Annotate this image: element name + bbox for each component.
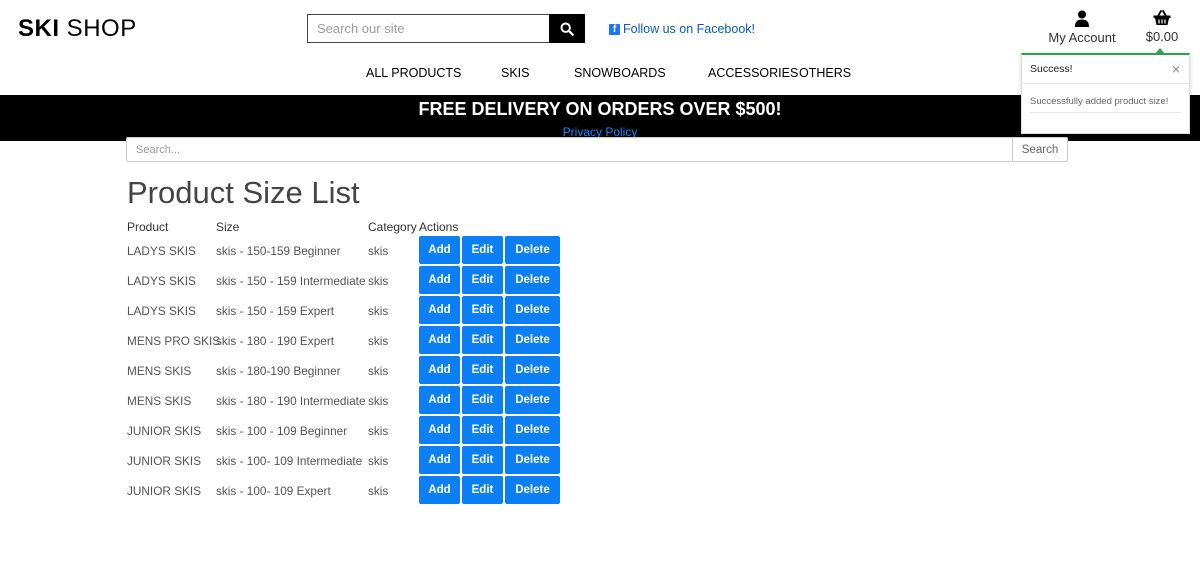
cell-size: skis - 150 - 159 Expert bbox=[216, 304, 335, 318]
add-button[interactable]: Add bbox=[419, 386, 460, 414]
header-size: Size bbox=[216, 220, 240, 234]
delete-button[interactable]: Delete bbox=[505, 266, 560, 294]
success-toast: Success! × Successfully added product si… bbox=[1021, 48, 1190, 134]
edit-button[interactable]: Edit bbox=[462, 296, 503, 324]
cell-product: LADYS SKIS bbox=[127, 244, 196, 258]
cell-category: skis bbox=[368, 454, 389, 468]
edit-button[interactable]: Edit bbox=[462, 326, 503, 354]
cell-size: skis - 180 - 190 Intermediate bbox=[216, 394, 366, 408]
cell-category: skis bbox=[368, 424, 389, 438]
add-button[interactable]: Add bbox=[419, 416, 460, 444]
search-icon bbox=[560, 22, 574, 36]
delete-button[interactable]: Delete bbox=[505, 476, 560, 504]
cell-product: JUNIOR SKIS bbox=[127, 454, 202, 468]
cell-size: skis - 180 - 190 Expert bbox=[216, 334, 335, 348]
cell-size: skis - 150 - 159 Intermediate bbox=[216, 274, 366, 288]
cell-product: LADYS SKIS bbox=[127, 304, 196, 318]
nav-accessories[interactable]: ACCESSORIES bbox=[708, 66, 798, 80]
size-search-button[interactable]: Search bbox=[1013, 137, 1068, 162]
cell-product: MENS PRO SKIS bbox=[127, 334, 221, 348]
cell-product: MENS SKIS bbox=[127, 364, 192, 378]
cell-category: skis bbox=[368, 274, 389, 288]
facebook-link[interactable]: f Follow us on Facebook! bbox=[609, 22, 755, 36]
main-nav: ALL PRODUCTS SKIS SNOWBOARDS ACCESSORIES… bbox=[0, 66, 1200, 82]
delete-button[interactable]: Delete bbox=[505, 236, 560, 264]
header-category: Category bbox=[368, 220, 417, 234]
site-search-input[interactable] bbox=[307, 14, 549, 43]
add-button[interactable]: Add bbox=[419, 446, 460, 474]
edit-button[interactable]: Edit bbox=[462, 266, 503, 294]
edit-button[interactable]: Edit bbox=[462, 446, 503, 474]
cell-category: skis bbox=[368, 244, 389, 258]
cell-category: skis bbox=[368, 394, 389, 408]
header-actions: Actions bbox=[419, 220, 459, 234]
cell-category: skis bbox=[368, 304, 389, 318]
cell-category: skis bbox=[368, 364, 389, 378]
add-button[interactable]: Add bbox=[419, 266, 460, 294]
toast-title: Success! bbox=[1030, 63, 1073, 75]
my-account-link[interactable]: My Account bbox=[1046, 10, 1118, 45]
size-search: Search bbox=[126, 137, 1068, 162]
close-icon[interactable]: × bbox=[1172, 55, 1180, 83]
add-button[interactable]: Add bbox=[419, 476, 460, 504]
toast-header: Success! × bbox=[1022, 55, 1189, 84]
cell-size: skis - 100- 109 Expert bbox=[216, 484, 331, 498]
my-account-label: My Account bbox=[1048, 30, 1116, 45]
facebook-icon: f bbox=[609, 23, 620, 35]
site-search bbox=[307, 14, 585, 43]
delete-button[interactable]: Delete bbox=[505, 356, 560, 384]
cell-category: skis bbox=[368, 484, 389, 498]
size-search-input[interactable] bbox=[126, 137, 1013, 162]
cell-size: skis - 180-190 Beginner bbox=[216, 364, 341, 378]
cell-size: skis - 100- 109 Intermediate bbox=[216, 454, 363, 468]
edit-button[interactable]: Edit bbox=[462, 386, 503, 414]
site-logo[interactable]: SKI SHOP bbox=[18, 15, 137, 43]
cart-total: $0.00 bbox=[1145, 29, 1179, 44]
edit-button[interactable]: Edit bbox=[462, 356, 503, 384]
edit-button[interactable]: Edit bbox=[462, 476, 503, 504]
user-icon bbox=[1075, 10, 1089, 27]
add-button[interactable]: Add bbox=[419, 296, 460, 324]
delete-button[interactable]: Delete bbox=[505, 446, 560, 474]
cell-product: LADYS SKIS bbox=[127, 274, 196, 288]
delivery-banner: FREE DELIVERY ON ORDERS OVER $500! Priva… bbox=[0, 95, 1200, 141]
delete-button[interactable]: Delete bbox=[505, 416, 560, 444]
nav-snowboards[interactable]: SNOWBOARDS bbox=[574, 66, 666, 80]
add-button[interactable]: Add bbox=[419, 356, 460, 384]
cell-product: JUNIOR SKIS bbox=[127, 424, 202, 438]
logo-bold: SKI bbox=[18, 15, 60, 42]
cell-category: skis bbox=[368, 334, 389, 348]
delivery-banner-title: FREE DELIVERY ON ORDERS OVER $500! bbox=[418, 99, 782, 119]
cell-product: MENS SKIS bbox=[127, 394, 192, 408]
nav-skis[interactable]: SKIS bbox=[501, 66, 530, 80]
toast-divider bbox=[1030, 112, 1181, 113]
delete-button[interactable]: Delete bbox=[505, 296, 560, 324]
toast-arrow bbox=[1156, 48, 1164, 53]
site-search-button[interactable] bbox=[549, 14, 585, 43]
cell-size: skis - 100 - 109 Beginner bbox=[216, 424, 348, 438]
nav-others[interactable]: OTHERS bbox=[799, 66, 851, 80]
page-title: Product Size List bbox=[127, 175, 360, 210]
basket-icon bbox=[1153, 10, 1171, 25]
edit-button[interactable]: Edit bbox=[462, 236, 503, 264]
delete-button[interactable]: Delete bbox=[505, 326, 560, 354]
cell-size: skis - 150-159 Beginner bbox=[216, 244, 341, 258]
toast-message: Successfully added product size! bbox=[1030, 96, 1169, 107]
add-button[interactable]: Add bbox=[419, 236, 460, 264]
delete-button[interactable]: Delete bbox=[505, 386, 560, 414]
facebook-label: Follow us on Facebook! bbox=[623, 22, 756, 36]
shopping-cart-link[interactable]: $0.00 bbox=[1140, 10, 1184, 44]
cell-product: JUNIOR SKIS bbox=[127, 484, 202, 498]
add-button[interactable]: Add bbox=[419, 326, 460, 354]
logo-rest: SHOP bbox=[59, 15, 137, 42]
nav-all-products[interactable]: ALL PRODUCTS bbox=[366, 66, 461, 80]
edit-button[interactable]: Edit bbox=[462, 416, 503, 444]
header-product: Product bbox=[127, 220, 169, 234]
